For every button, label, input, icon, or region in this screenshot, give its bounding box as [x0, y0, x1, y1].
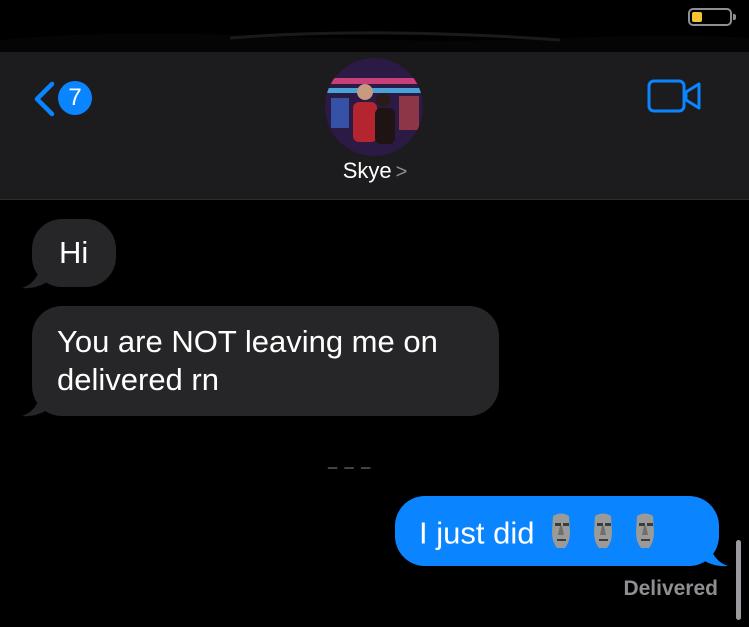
- chevron-left-icon: [34, 81, 55, 117]
- unread-count-badge: 7: [58, 81, 92, 115]
- message-bubble-outgoing[interactable]: I just did: [395, 496, 719, 566]
- scrollbar[interactable]: [736, 540, 741, 620]
- status-bar: [0, 0, 749, 52]
- facetime-video-button[interactable]: [646, 76, 704, 116]
- contact-name-button[interactable]: Skye >: [300, 156, 450, 186]
- timestamp-fragment: ▁ ▁ ▁: [327, 455, 373, 469]
- message-bubble-incoming[interactable]: Hi: [32, 219, 116, 287]
- avatar-photo: [325, 58, 423, 156]
- battery-icon: [688, 8, 732, 26]
- contact-name: Skye: [342, 158, 392, 183]
- message-bubble-incoming[interactable]: You are NOT leaving me on delivered rn: [32, 306, 499, 416]
- conversation-header: 7 Skye >: [0, 52, 749, 200]
- message-text: You are NOT leaving me on delivered rn: [57, 324, 438, 397]
- battery-nub: [733, 14, 736, 20]
- video-camera-icon: [647, 79, 701, 113]
- contact-avatar[interactable]: [325, 58, 423, 156]
- chevron-right-icon: >: [395, 161, 408, 183]
- moai-icon: [546, 512, 576, 559]
- moai-icon: [588, 512, 618, 559]
- delivered-status: Delivered: [623, 577, 718, 600]
- message-text: I just did: [419, 515, 535, 551]
- message-text: Hi: [59, 235, 89, 270]
- moai-icon: [630, 512, 660, 559]
- back-button[interactable]: 7: [26, 77, 106, 119]
- redaction-scribble: [0, 0, 749, 52]
